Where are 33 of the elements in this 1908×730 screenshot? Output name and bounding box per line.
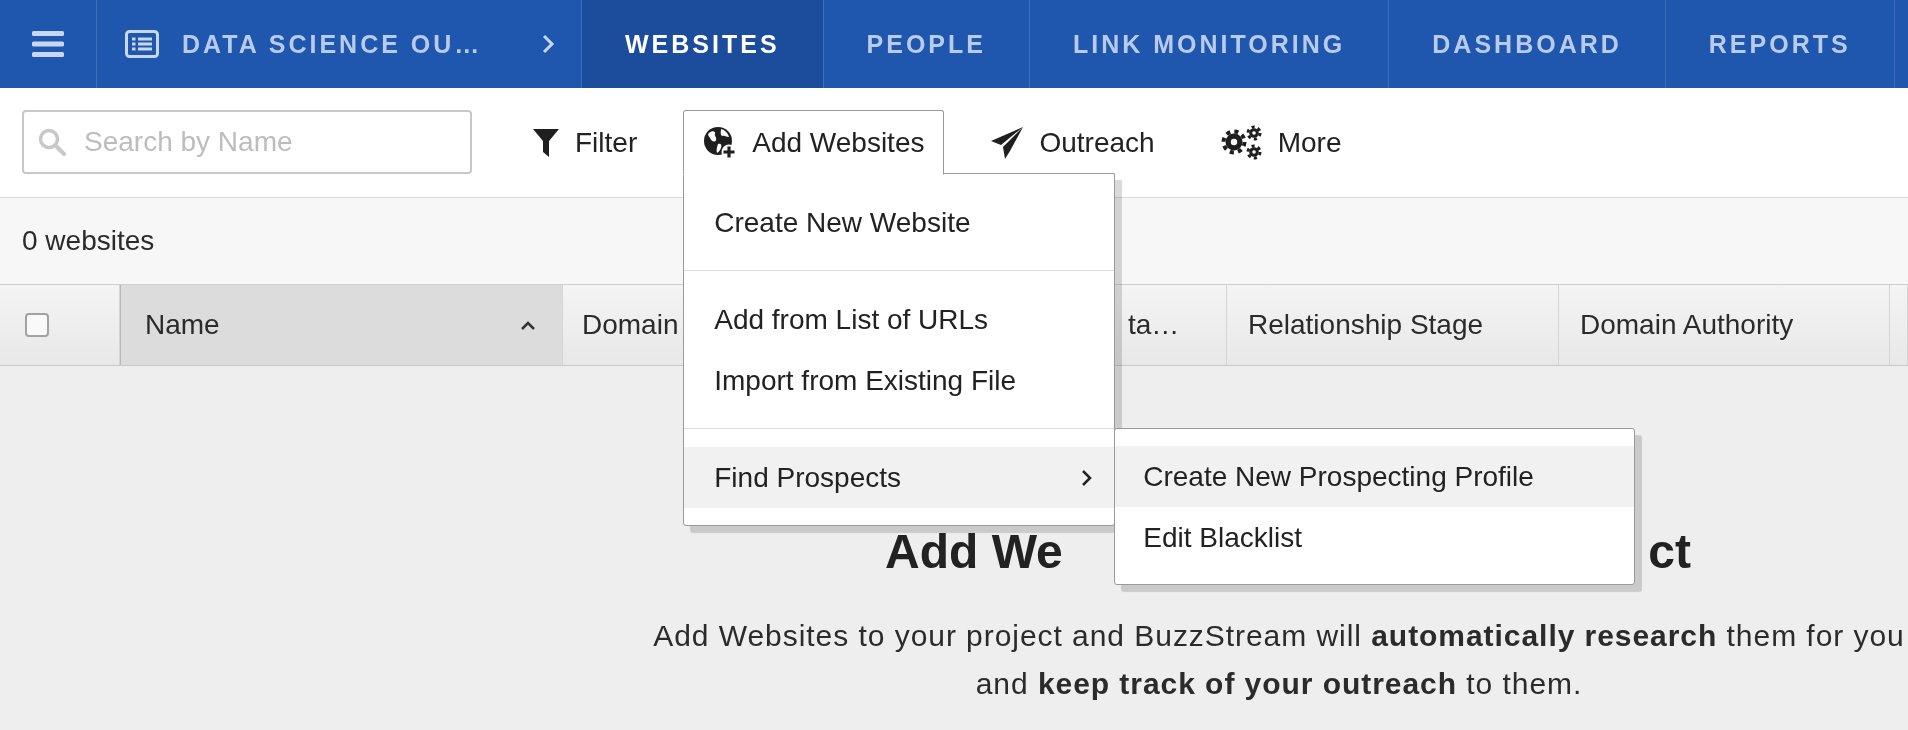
menu-icon [32, 31, 64, 57]
column-header[interactable]: Domain [563, 285, 681, 365]
menu-item[interactable]: Import from Existing File [684, 350, 1115, 411]
menu-item[interactable]: Find Prospects [684, 447, 1115, 508]
column-header[interactable]: Relationship Stage [1227, 285, 1559, 365]
filter-icon [532, 127, 560, 158]
menu-item[interactable]: Create New Website [684, 192, 1115, 253]
chevron-right-icon [542, 34, 555, 54]
project-link[interactable]: DATA SCIENCE OU… [125, 29, 483, 59]
nav-tab[interactable]: WEBSITES [582, 0, 824, 88]
menu-item[interactable]: Create New Prospecting Profile [1115, 446, 1635, 507]
menu-item[interactable]: Edit Blacklist [1115, 507, 1635, 568]
gears-icon [1220, 124, 1263, 161]
globe-plus-icon [703, 125, 738, 160]
website-count: 0 websites [22, 225, 155, 257]
column-header[interactable]: ta… [1113, 285, 1227, 365]
description-text: Add Websites to your project and BuzzStream will automatically research them for you and keep track of your outreach to them. [652, 618, 1906, 702]
menu-item[interactable]: Add from List of URLs [684, 289, 1115, 350]
paper-plane-icon [990, 125, 1025, 160]
search-field[interactable]: Search by Name [22, 110, 472, 174]
toolbar-button[interactable]: Add Websites [683, 110, 945, 175]
column-header[interactable]: Domain Authority [1559, 285, 1890, 365]
list-icon [125, 30, 159, 58]
heading-text: Add We [885, 524, 1063, 580]
caret-up-icon [520, 320, 536, 330]
toolbar-button[interactable]: More [1200, 110, 1362, 175]
toolbar-button[interactable]: Outreach [970, 110, 1175, 175]
heading-text: ct [1648, 524, 1691, 580]
column-header[interactable]: Name [120, 285, 563, 365]
select-all-checkbox[interactable] [25, 313, 49, 337]
search-icon [38, 128, 66, 156]
chevron-right-icon [1081, 468, 1093, 487]
toolbar-button[interactable]: Filter [512, 110, 658, 175]
